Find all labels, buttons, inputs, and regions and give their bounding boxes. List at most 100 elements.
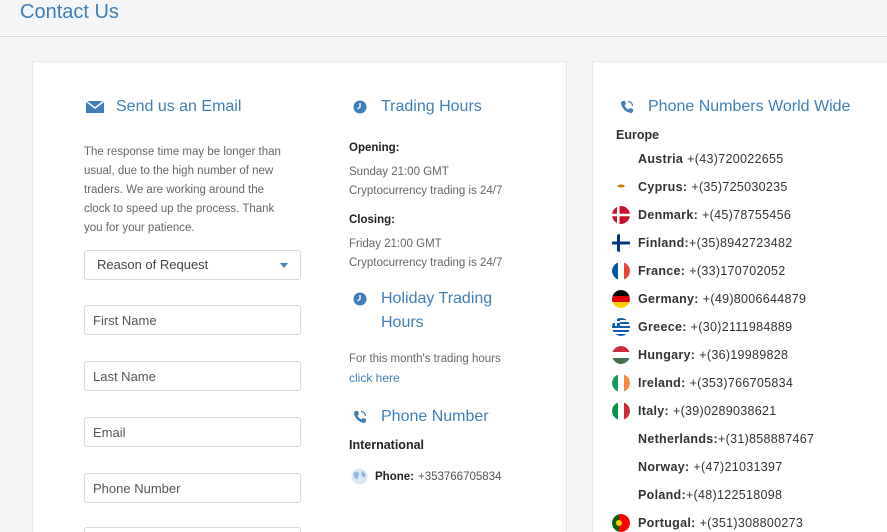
opening-note: Cryptocurrency trading is 24/7 [349, 185, 503, 197]
phone-number-heading: Phone Number [351, 405, 489, 429]
closing-note: Cryptocurrency trading is 24/7 [349, 257, 503, 269]
phone-number-input[interactable] [84, 473, 301, 503]
page-header: Contact Us [0, 0, 887, 37]
phone-row: Portugal: +(351)308800273 [612, 513, 803, 532]
envelope-icon [86, 95, 104, 119]
country-phone-number: +(47)21031397 [693, 460, 783, 474]
phone-row: Denmark: +(45)78755456 [612, 205, 791, 225]
phone-row: Netherlands: +(31)858887467 [612, 429, 814, 449]
world-phones-title: Phone Numbers World Wide [648, 98, 851, 115]
holiday-hours-heading: Holiday Trading Hours [351, 287, 492, 335]
country-phone-number: +(31)858887467 [718, 432, 815, 446]
country-name: Portugal: [638, 516, 696, 530]
portugal-flag-icon [612, 514, 630, 532]
country-phone-number: +(351)308800273 [699, 516, 804, 530]
hungary-flag-icon [612, 346, 630, 364]
phone-row: Germany: +(49)8006644879 [612, 289, 806, 309]
denmark-flag-icon [612, 206, 630, 224]
country-name: Cyprus: [638, 180, 688, 194]
international-label: International [349, 438, 425, 452]
finland-flag-icon [612, 234, 630, 252]
phone-label: Phone: [375, 471, 414, 483]
country-phone-number: +(36)19989828 [699, 348, 789, 362]
description-line: traders. We are working around the [84, 184, 265, 196]
opening-label: Opening: [349, 142, 400, 154]
country-phone-number: +(35)8942723482 [689, 236, 793, 250]
flag-placeholder [612, 458, 630, 476]
phone-row: Ireland: +(353)766705834 [612, 373, 793, 393]
email-description: The response time may be longer than usu… [84, 143, 314, 238]
holiday-title-line: Hours [381, 314, 424, 331]
description-line: clock to speed up the process. Thank [84, 203, 275, 215]
holiday-hours-title: Holiday Trading Hours [381, 287, 492, 335]
flag-placeholder [612, 430, 630, 448]
phone-row: France: +(33)170702052 [612, 261, 786, 281]
phone-row: Poland: +(48)122518098 [612, 485, 782, 505]
country-phone-number: +(33)170702052 [689, 264, 786, 278]
phone-icon [618, 95, 636, 119]
germany-flag-icon [612, 290, 630, 308]
trading-hours-title: Trading Hours [381, 98, 482, 115]
phone-row: Cyprus: +(35)725030235 [612, 177, 788, 197]
france-flag-icon [612, 262, 630, 280]
country-phone-number: +(30)2111984889 [690, 320, 793, 334]
world-phones-heading: Phone Numbers World Wide [618, 95, 850, 119]
closing-time: Friday 21:00 GMT [349, 238, 442, 250]
first-name-input[interactable] [84, 305, 301, 335]
opening-time: Sunday 21:00 GMT [349, 166, 449, 178]
country-name: Italy: [638, 404, 669, 418]
last-name-input[interactable] [84, 361, 301, 391]
greece-flag-icon [612, 318, 630, 336]
country-name: Greece: [638, 320, 687, 334]
international-phone-row: Phone: +353766705834 [351, 468, 501, 486]
description-line: The response time may be longer than [84, 146, 281, 158]
ireland-flag-icon [612, 374, 630, 392]
country-name: Denmark: [638, 208, 699, 222]
closing-details: Friday 21:00 GMT Cryptocurrency trading … [349, 235, 502, 273]
clock-icon [351, 287, 369, 311]
country-name: Ireland: [638, 376, 686, 390]
phone-row: Italy: +(39)0289038621 [612, 401, 777, 421]
description-line: usual, due to the high number of new [84, 165, 274, 177]
globe-icon [351, 468, 369, 486]
country-name: Netherlands: [638, 432, 719, 446]
next-input-edge[interactable] [84, 527, 301, 532]
country-name: Hungary: [638, 348, 696, 362]
email-section-heading: Send us an Email [86, 95, 241, 119]
holiday-title-line: Holiday Trading [381, 290, 493, 307]
country-phone-number: +(45)78755456 [702, 208, 792, 222]
country-name: Poland: [638, 488, 686, 502]
email-input[interactable] [84, 417, 301, 447]
italy-flag-icon [612, 402, 630, 420]
clock-icon [351, 95, 369, 119]
country-phone-number: +(49)8006644879 [702, 292, 807, 306]
country-phone-number: +(353)766705834 [689, 376, 794, 390]
phone-row: Greece: +(30)2111984889 [612, 317, 792, 337]
trading-hours-heading: Trading Hours [351, 95, 482, 119]
country-phone-number: +(35)725030235 [691, 180, 788, 194]
phone-row: Austria +(43)720022655 [612, 149, 783, 169]
phone-icon [351, 405, 369, 429]
country-name: Finland: [638, 236, 690, 250]
holiday-details: For this month's trading hours click her… [349, 350, 501, 389]
phone-row: Norway: +(47)21031397 [612, 457, 782, 477]
phone-row: Hungary: +(36)19989828 [612, 345, 788, 365]
chevron-down-icon [280, 263, 288, 268]
country-phone-number: +(43)720022655 [687, 152, 784, 166]
europe-region-label: Europe [616, 128, 660, 142]
click-here-link[interactable]: click here [349, 371, 400, 385]
country-phone-number: +(39)0289038621 [672, 404, 777, 418]
description-line: you for your patience. [84, 222, 195, 234]
opening-details: Sunday 21:00 GMT Cryptocurrency trading … [349, 163, 502, 201]
flag-placeholder [612, 486, 630, 504]
country-name: Germany: [638, 292, 699, 306]
country-phone-number: +(48)122518098 [685, 488, 783, 502]
page-title: Contact Us [20, 1, 119, 23]
phone-row: Finland: +(35)8942723482 [612, 233, 793, 253]
phone-number-title: Phone Number [381, 408, 489, 425]
email-section-title: Send us an Email [116, 98, 242, 115]
flag-placeholder [612, 150, 630, 168]
phone-value: +353766705834 [417, 471, 502, 483]
country-name: Norway: [638, 460, 690, 474]
reason-select[interactable]: Reason of Request [84, 250, 301, 280]
